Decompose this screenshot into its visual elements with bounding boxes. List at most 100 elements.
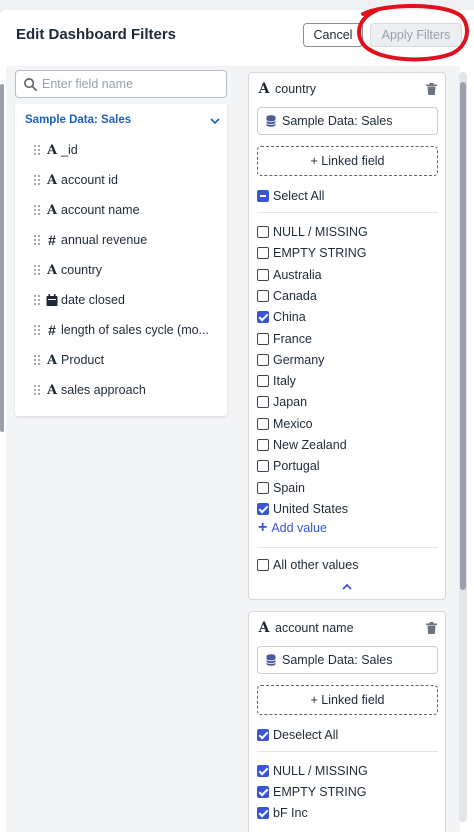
drag-handle-icon[interactable] xyxy=(33,144,41,156)
all-other-values-label: All other values xyxy=(273,558,359,572)
filter-datasource-label: Sample Data: Sales xyxy=(282,114,393,128)
filter-card-account-name: A account name Sample Data: Sales + Link… xyxy=(248,611,446,832)
filter-card-country: A country Sample Data: Sales + Linked fi… xyxy=(248,72,446,600)
filter-option[interactable]: NULL / MISSING xyxy=(257,762,437,780)
filter-option[interactable]: Australia xyxy=(257,266,437,284)
field-name: length of sales cycle (mo... xyxy=(61,323,209,337)
drag-handle-icon[interactable] xyxy=(33,354,41,366)
field-row[interactable]: Asales approach xyxy=(33,380,223,400)
drag-handle-icon[interactable] xyxy=(33,264,41,276)
linked-field-button[interactable]: + Linked field xyxy=(257,146,438,176)
drag-handle-icon[interactable] xyxy=(33,324,41,336)
drag-handle-icon[interactable] xyxy=(33,174,41,186)
filter-option[interactable]: Italy xyxy=(257,372,437,390)
filter-option-label: NULL / MISSING xyxy=(273,225,368,239)
filter-option-label: EMPTY STRING xyxy=(273,246,367,261)
checkbox-icon xyxy=(257,417,269,430)
filter-datasource[interactable]: Sample Data: Sales xyxy=(257,646,438,674)
cancel-button[interactable]: Cancel xyxy=(303,23,363,47)
text-type-icon: A xyxy=(46,352,58,368)
field-row[interactable]: Aaccount name xyxy=(33,200,223,220)
filter-option-label: EMPTY STRING xyxy=(273,785,367,799)
filter-option[interactable]: EMPTY STRING xyxy=(257,244,437,262)
text-type-icon: A xyxy=(46,202,58,218)
dialog-header: Edit Dashboard Filters Cancel Apply Filt… xyxy=(0,10,474,66)
edit-filters-dialog: Edit Dashboard Filters Cancel Apply Filt… xyxy=(0,4,474,832)
filter-option-label: United States xyxy=(273,501,349,516)
filter-option[interactable]: Mexico xyxy=(257,415,437,433)
filter-option[interactable]: EMPTY STRING xyxy=(257,783,437,801)
filter-option[interactable]: New Zealand xyxy=(257,436,437,454)
filter-option[interactable]: Canada xyxy=(257,287,437,305)
field-name: account id xyxy=(61,173,118,187)
select-all-checkbox[interactable]: Select All xyxy=(257,187,437,205)
checkbox-icon xyxy=(257,396,269,409)
datasource-header[interactable]: Sample Data: Sales xyxy=(25,114,221,130)
field-row[interactable]: A _id xyxy=(33,140,223,160)
text-type-icon: A xyxy=(46,142,58,158)
add-value-button[interactable]: + Add value xyxy=(257,519,377,537)
filters-scrollbar[interactable] xyxy=(459,72,467,822)
filter-option[interactable]: Portugal xyxy=(257,457,437,475)
filter-option-label: Portugal xyxy=(273,459,320,474)
field-row[interactable]: Aaccount id xyxy=(33,170,223,190)
deselect-all-checkbox[interactable]: Deselect All xyxy=(257,726,437,744)
field-name: sales approach xyxy=(61,383,146,397)
drag-handle-icon[interactable] xyxy=(33,294,41,306)
checked-checkbox-icon xyxy=(257,311,269,324)
chevron-down-icon[interactable] xyxy=(209,115,221,127)
text-type-icon: A xyxy=(46,172,58,188)
field-row[interactable]: Acountry xyxy=(33,260,223,280)
checkbox-icon xyxy=(257,353,269,366)
filter-datasource-label: Sample Data: Sales xyxy=(282,653,393,667)
checkbox-icon xyxy=(257,559,269,571)
checked-checkbox-icon xyxy=(257,502,269,515)
search-input[interactable] xyxy=(42,73,222,95)
field-row[interactable]: # annual revenue xyxy=(33,230,223,250)
field-row[interactable]: # length of sales cycle (mo... xyxy=(33,320,223,340)
divider xyxy=(257,547,438,548)
database-icon xyxy=(266,654,276,666)
field-row[interactable]: date closed xyxy=(33,290,223,310)
field-name: annual revenue xyxy=(61,233,148,247)
filter-field-name: country xyxy=(275,82,316,96)
filter-option-label: NULL / MISSING xyxy=(273,764,368,778)
filter-datasource[interactable]: Sample Data: Sales xyxy=(257,107,438,135)
filter-option-label: Australia xyxy=(273,267,322,282)
checked-checkbox-icon xyxy=(257,786,269,798)
trash-icon[interactable] xyxy=(426,83,437,95)
plus-icon: + xyxy=(258,519,268,536)
filter-card-header: A account name xyxy=(257,620,437,636)
checkbox-icon xyxy=(257,226,269,238)
linked-field-button[interactable]: + Linked field xyxy=(257,685,438,715)
filter-card-header: A country xyxy=(257,81,437,97)
filter-option-label: Canada xyxy=(273,288,317,303)
filter-option[interactable]: United States xyxy=(257,500,437,518)
field-row[interactable]: A Product xyxy=(33,350,223,370)
filter-option-label: Spain xyxy=(273,480,305,495)
drag-handle-icon[interactable] xyxy=(33,204,41,216)
filter-option[interactable]: China xyxy=(257,308,437,326)
chevron-up-icon[interactable] xyxy=(340,582,354,592)
calendar-icon xyxy=(46,294,58,306)
trash-icon[interactable] xyxy=(426,622,437,634)
scrollbar-thumb[interactable] xyxy=(460,82,466,590)
drag-handle-icon[interactable] xyxy=(33,234,41,246)
checkbox-icon xyxy=(257,375,269,388)
filter-option[interactable]: NULL / MISSING xyxy=(257,223,437,241)
all-other-values-checkbox[interactable]: All other values xyxy=(257,556,437,574)
filter-option-label: New Zealand xyxy=(273,438,347,452)
filter-option[interactable]: Japan xyxy=(257,393,437,411)
filter-option[interactable]: Spain xyxy=(257,479,437,497)
field-name: date closed xyxy=(61,293,125,307)
divider xyxy=(257,212,438,213)
drag-handle-icon[interactable] xyxy=(33,384,41,396)
filter-option[interactable]: Germany xyxy=(257,351,437,369)
number-type-icon: # xyxy=(48,232,56,248)
filter-option[interactable]: bF Inc xyxy=(257,804,437,822)
filter-option[interactable]: France xyxy=(257,330,437,348)
filter-option-label: Germany xyxy=(273,352,325,367)
left-scrollbar[interactable] xyxy=(0,84,4,432)
filter-option-label: bF Inc xyxy=(273,806,308,820)
apply-filters-button[interactable]: Apply Filters xyxy=(370,23,462,47)
